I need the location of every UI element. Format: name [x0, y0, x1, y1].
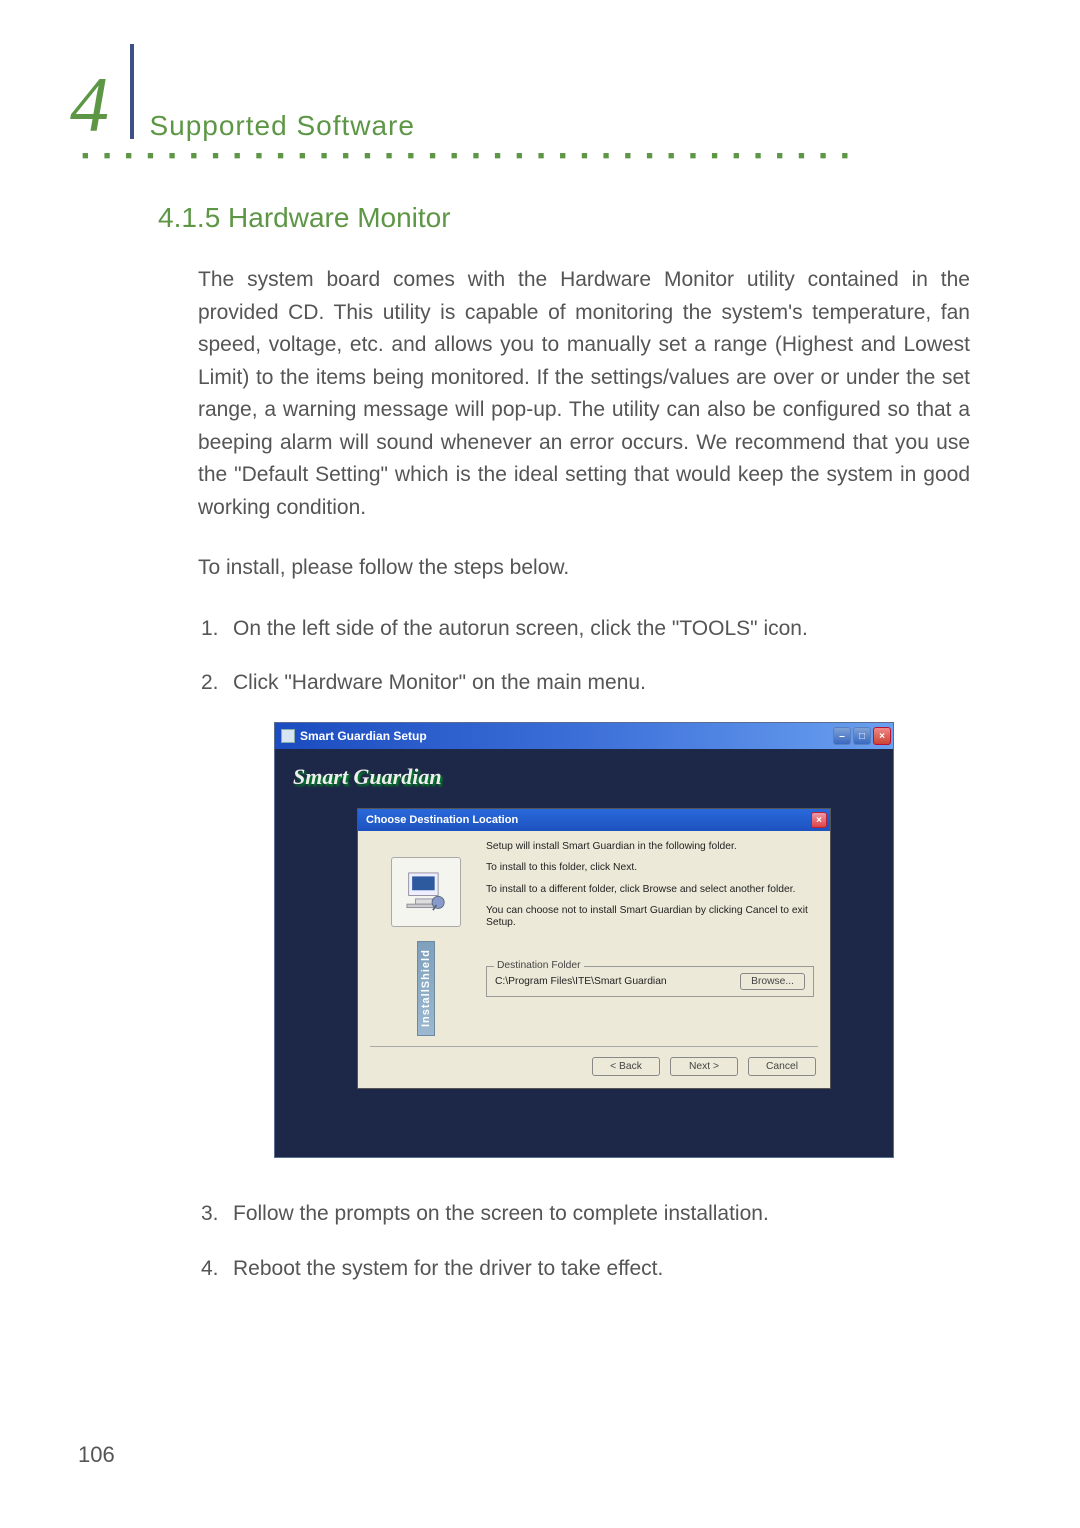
chapter-number: 4 [70, 61, 115, 148]
list-number: 1. [201, 613, 233, 646]
minimize-button[interactable]: – [833, 727, 851, 745]
close-button[interactable]: × [873, 727, 891, 745]
installshield-label: InstallShield [417, 941, 435, 1036]
app-icon [281, 729, 295, 743]
maximize-button[interactable]: □ [853, 727, 871, 745]
list-item: 4. Reboot the system for the driver to t… [201, 1253, 970, 1286]
installer-titlebar[interactable]: Smart Guardian Setup – □ × [275, 723, 893, 749]
installer-window-title: Smart Guardian Setup [300, 729, 833, 743]
list-text: On the left side of the autorun screen, … [233, 613, 970, 646]
list-item: 1. On the left side of the autorun scree… [201, 613, 970, 646]
intro-paragraph: The system board comes with the Hardware… [198, 264, 970, 524]
list-number: 4. [201, 1253, 233, 1286]
list-text: Reboot the system for the driver to take… [233, 1253, 970, 1286]
installer-banner-text: Smart Guardian [293, 764, 442, 790]
dialog-sidebar: InstallShield [368, 841, 484, 1036]
cancel-button[interactable]: Cancel [748, 1057, 816, 1076]
list-item: 2. Click "Hardware Monitor" on the main … [201, 667, 970, 700]
dialog-text: You can choose not to install Smart Guar… [486, 905, 814, 930]
dialog-window: Choose Destination Location × [357, 808, 831, 1089]
chapter-divider [130, 44, 134, 139]
installer-window: Smart Guardian Setup – □ × Smart Guardia… [274, 722, 894, 1158]
destination-path: C:\Program Files\ITE\Smart Guardian [495, 976, 667, 987]
browse-button[interactable]: Browse... [740, 973, 805, 990]
chapter-title: Supported Software [149, 110, 415, 150]
title-dots: ■ ■ ■ ■ ■ ■ ■ ■ ■ ■ ■ ■ ■ ■ ■ ■ ■ ■ ■ ■ … [82, 150, 854, 174]
next-button[interactable]: Next > [670, 1057, 738, 1076]
dialog-button-row: < Back Next > Cancel [358, 1047, 830, 1088]
list-text: Follow the prompts on the screen to comp… [233, 1198, 970, 1231]
dialog-titlebar[interactable]: Choose Destination Location × [358, 809, 830, 831]
back-button[interactable]: < Back [592, 1057, 660, 1076]
dialog-title: Choose Destination Location [366, 814, 811, 826]
dialog-text: To install to a different folder, click … [486, 884, 814, 896]
dialog-text: Setup will install Smart Guardian in the… [486, 841, 814, 853]
destination-folder-group: Destination Folder C:\Program Files\ITE\… [486, 966, 814, 997]
install-lead: To install, please follow the steps belo… [198, 552, 970, 585]
page-number: 106 [78, 1442, 115, 1468]
list-item: 3. Follow the prompts on the screen to c… [201, 1198, 970, 1231]
destination-legend: Destination Folder [494, 960, 584, 971]
list-number: 3. [201, 1198, 233, 1231]
computer-icon [391, 857, 461, 927]
section-heading: 4.1.5 Hardware Monitor [158, 202, 1080, 234]
list-number: 2. [201, 667, 233, 700]
list-text: Click "Hardware Monitor" on the main men… [233, 667, 970, 700]
dialog-close-button[interactable]: × [811, 812, 827, 828]
installer-banner: Smart Guardian [275, 749, 893, 804]
dialog-text: To install to this folder, click Next. [486, 862, 814, 874]
